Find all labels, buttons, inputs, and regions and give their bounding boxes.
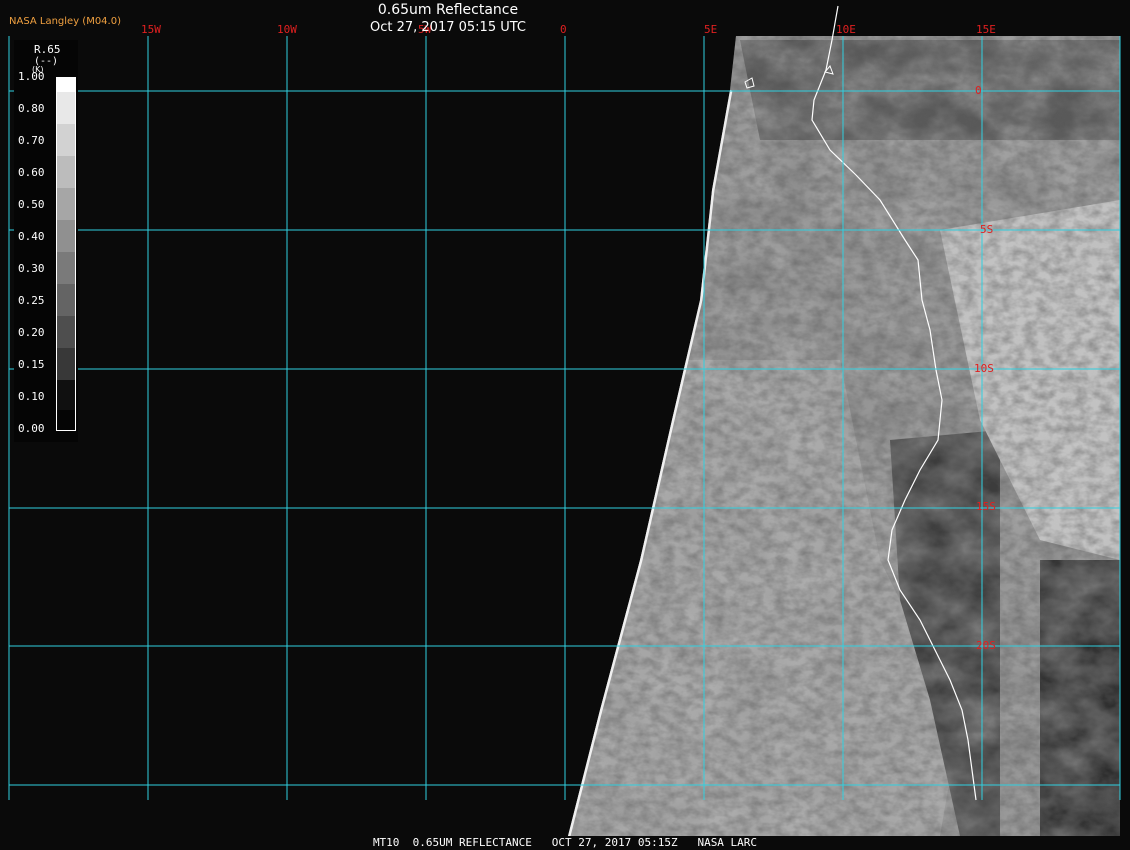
lon-label-15e: 15E — [976, 23, 996, 36]
image-title: 0.65um Reflectance — [377, 2, 519, 18]
legend-label: 0.10 — [18, 390, 45, 403]
lat-label-0: 0 — [975, 84, 982, 97]
satellite-viewer: 15W 10W 5W 0 5E 10E 15E 0 5S 10S 15S 20S… — [0, 0, 1130, 850]
legend-label: 0.70 — [18, 134, 45, 147]
legend-label: 0.30 — [18, 262, 45, 275]
lat-label-20s: 20S — [976, 639, 996, 652]
legend-variable: R.65 — [34, 43, 61, 56]
footer-caption: MT10 0.65UM REFLECTANCE OCT 27, 2017 05:… — [372, 836, 758, 849]
legend-label: 0.40 — [18, 230, 45, 243]
legend-label: 0.15 — [18, 358, 45, 371]
legend-label: 0.50 — [18, 198, 45, 211]
legend-label: 0.80 — [18, 102, 45, 115]
reflectance-map — [8, 5, 1121, 836]
lat-label-15s: 15S — [976, 500, 996, 513]
legend-color-bar — [56, 77, 76, 431]
color-legend: R.65 (--) (K) 1.00 0.80 0.70 0.60 0.50 0… — [14, 40, 78, 442]
legend-label: 0.00 — [18, 422, 45, 435]
legend-label: 0.20 — [18, 326, 45, 339]
lat-label-5s: 5S — [980, 223, 994, 236]
lat-label-10s: 10S — [974, 362, 994, 375]
legend-label: 1.00 — [18, 70, 45, 83]
legend-label: 0.60 — [18, 166, 45, 179]
image-timestamp: Oct 27, 2017 05:15 UTC — [370, 20, 526, 35]
legend-label: 0.25 — [18, 294, 45, 307]
imagery-swath — [568, 36, 1120, 836]
